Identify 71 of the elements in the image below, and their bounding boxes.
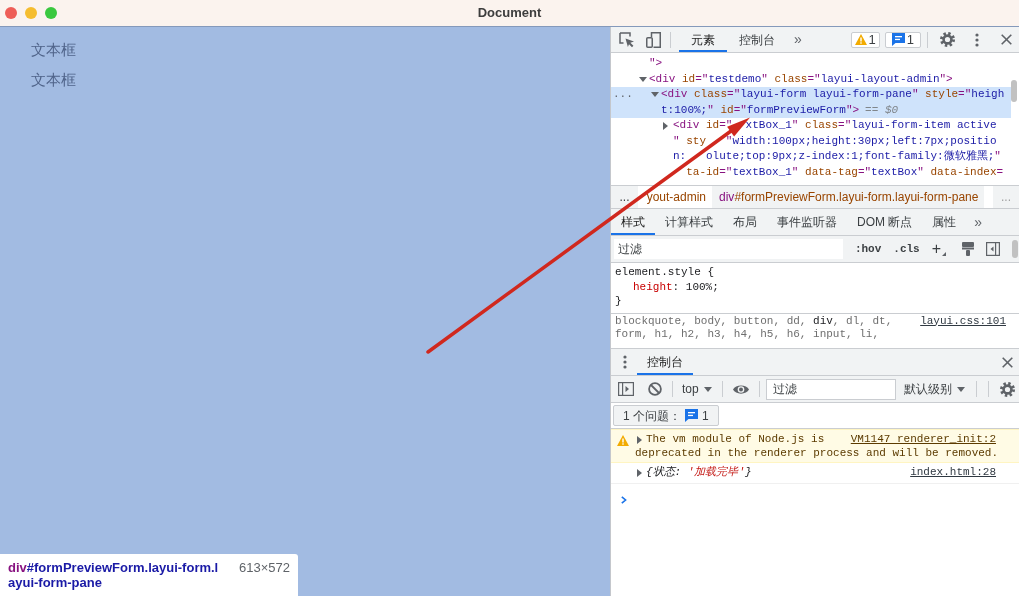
caret-icon	[956, 386, 965, 392]
paint-roller-icon[interactable]	[962, 242, 975, 256]
sidebar-toggle-icon[interactable]	[986, 242, 1000, 256]
dom-tree-row[interactable]: ... <div class="layui-form layui-form-pane" style="heigh t:100%;" id="formPreviewForm"> == $0	[611, 87, 1011, 118]
source-link[interactable]: layui.css:101	[920, 314, 1006, 328]
triangle-right-icon[interactable]	[637, 468, 642, 477]
prohibited-icon[interactable]	[648, 382, 662, 396]
warning-icon	[617, 435, 629, 446]
css-selector: form, h1, h2, h3, h4, h5, h6, input, li,	[615, 328, 880, 340]
sidebar-icon[interactable]	[618, 382, 634, 396]
state-toggle-button[interactable]: :hov	[854, 240, 882, 258]
triangle-down-icon[interactable]	[651, 92, 659, 98]
dom-tree-row[interactable]: <div id=" xtBox_1" class="layui-form-item active " sty "width:100px;height:30px;left:7px;positio n: olute;top:9px;z-index:1;font-family:微软雅黑;" ta-id="textBox_1" data-tag="textBox" data-index=	[611, 118, 1011, 180]
element-size-label: 613×572	[239, 560, 290, 575]
new-rule-button[interactable]: +	[931, 241, 942, 257]
close-icon[interactable]	[1002, 356, 1013, 368]
corner-triangle-icon	[942, 252, 947, 256]
context-selector[interactable]: top	[678, 380, 716, 398]
css-selector: blockquote, body, button, dd, div, dl, dt,	[615, 314, 893, 327]
warning-icon	[854, 34, 867, 45]
state-toggle-button[interactable]: .cls	[893, 240, 920, 258]
source-link[interactable]: VM1147 renderer_init:2	[850, 433, 996, 447]
tab[interactable]: DOM 断点	[847, 209, 923, 235]
window-close-button[interactable]	[5, 7, 17, 19]
close-icon[interactable]	[1001, 34, 1012, 45]
message-icon	[685, 409, 698, 422]
inspect-cursor-icon[interactable]	[619, 31, 635, 48]
triangle-right-icon[interactable]	[663, 121, 668, 130]
tab[interactable]: 控制台	[727, 27, 787, 52]
messages-counter[interactable]: 1	[884, 31, 921, 48]
more-options-icon[interactable]	[975, 32, 979, 47]
css-brace: }	[615, 295, 622, 307]
scroll-left-button[interactable]: ...	[611, 186, 638, 208]
log-text: {状态: '加载完毕'}	[646, 466, 752, 480]
message-icon	[891, 33, 905, 46]
filter-field[interactable]: 过滤	[614, 239, 843, 259]
settings-icon[interactable]	[999, 381, 1015, 397]
window-title: Document	[477, 4, 542, 23]
warning-text: deprecated in the renderer process and will be removed.	[635, 446, 999, 460]
css-declaration: height: 100%;	[632, 279, 720, 294]
source-link[interactable]: index.html:28	[910, 466, 996, 480]
filter-field[interactable]: 过滤	[765, 378, 896, 400]
eye-icon[interactable]	[732, 383, 749, 395]
scrollbar-thumb[interactable]	[1012, 240, 1018, 258]
field-label: 文本框	[31, 41, 76, 60]
issues-button[interactable]: 1 个问题： 1	[613, 405, 719, 426]
field-label: 文本框	[31, 71, 76, 90]
device-icon[interactable]	[646, 31, 662, 48]
caret-icon	[703, 386, 712, 392]
breadcrumb[interactable]: div#formPreviewForm.layui-form.layui-form-pane	[712, 186, 985, 208]
warning-text: The vm module of Node.js is	[646, 433, 825, 447]
tab[interactable]: 事件监听器	[767, 209, 847, 235]
tab[interactable]: 属性	[922, 209, 967, 235]
triangle-down-icon[interactable]	[639, 76, 647, 82]
warnings-counter[interactable]: 1	[850, 31, 880, 48]
tab[interactable]: 计算样式	[655, 209, 723, 235]
dom-tree-row[interactable]: ">	[611, 56, 1011, 72]
tab[interactable]: 元素	[679, 27, 727, 52]
settings-icon[interactable]	[940, 32, 955, 47]
dom-tree-row[interactable]: <div id="testdemo" class="layui-layout-admin">	[611, 71, 1011, 87]
row-menu-button[interactable]: ...	[613, 87, 633, 103]
scrollbar-thumb[interactable]	[1011, 80, 1017, 102]
css-selector: element.style {	[615, 266, 715, 278]
more-tabs-button[interactable]: »	[974, 211, 983, 233]
log-level-selector[interactable]: 默认级别	[899, 380, 969, 398]
element-selector-label: div#formPreviewForm.layui-form.layui-form-pane	[8, 560, 220, 590]
tab[interactable]: 布局	[723, 209, 767, 235]
more-options-icon[interactable]	[623, 355, 627, 369]
prompt-chevron-icon	[621, 495, 627, 504]
triangle-right-icon[interactable]	[637, 435, 642, 444]
more-tabs-button[interactable]: »	[794, 29, 802, 50]
